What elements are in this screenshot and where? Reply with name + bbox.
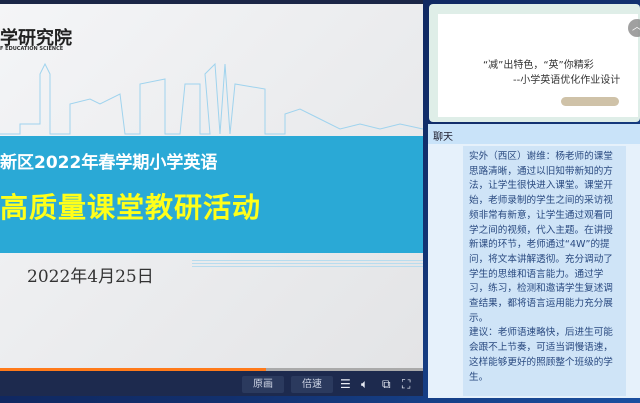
video-player[interactable]: 学研究院 F EDUCATION SCIENCE 新区2022年春学期小学英语 … <box>0 0 423 396</box>
chevron-up-icon[interactable]: ︿ <box>628 19 640 37</box>
slide-thumbnail[interactable]: “减”出特色，“英”你精彩 --小学英语优化作业设计 ︿ <box>429 4 640 122</box>
slide-date: 2022年4月25日 <box>27 267 154 287</box>
speed-button[interactable]: 倍速 <box>291 376 333 393</box>
decorative-line <box>192 266 423 267</box>
chat-header: 聊天 <box>428 124 640 144</box>
quality-button[interactable]: 原画 <box>242 376 284 393</box>
city-skyline-graphic <box>0 62 423 135</box>
decorative-line <box>192 263 423 264</box>
presentation-slide: 学研究院 F EDUCATION SCIENCE 新区2022年春学期小学英语 … <box>0 4 423 368</box>
chat-message: 实外（西区）谢维：杨老师的课堂思路清晰，通过以旧知带新知的方法，让学生很快进入课… <box>463 146 626 396</box>
thumbnail-subtitle: --小学英语优化作业设计 <box>513 75 621 86</box>
institute-logo-english: F EDUCATION SCIENCE <box>0 46 64 52</box>
chat-panel[interactable]: 实外（西区）谢维：杨老师的课堂思路清晰，通过以旧知带新知的方法，让学生很快进入课… <box>428 144 640 398</box>
fullscreen-icon[interactable]: ⛶ <box>402 376 410 393</box>
thumbnail-author-pill <box>561 97 619 106</box>
picture-in-picture-icon[interactable]: ⧉ <box>382 376 391 393</box>
volume-icon[interactable]: 🔈︎ <box>361 376 368 393</box>
playlist-icon[interactable]: ☰ <box>340 376 351 393</box>
decorative-line <box>192 260 423 261</box>
banner-subtitle: 新区2022年春学期小学英语 <box>0 153 218 173</box>
thumbnail-title: “减”出特色，“英”你精彩 <box>483 60 594 71</box>
control-bar: 原画 倍速 ☰ 🔈︎ ⧉ ⛶ <box>0 371 423 396</box>
thumbnail-slide: “减”出特色，“英”你精彩 --小学英语优化作业设计 <box>438 14 638 117</box>
banner-title: 高质量课堂教研活动 <box>0 191 262 224</box>
title-banner: 新区2022年春学期小学英语 高质量课堂教研活动 <box>0 136 423 253</box>
